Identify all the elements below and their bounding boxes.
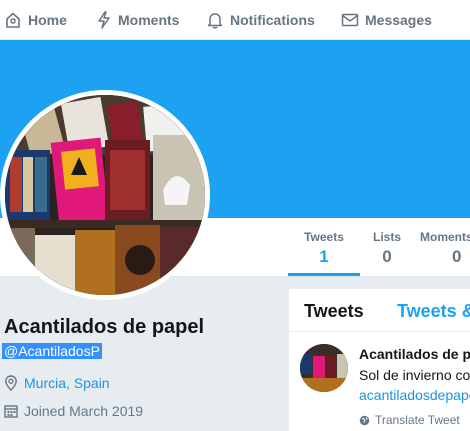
nav-home-label: Home <box>28 12 67 28</box>
stat-lists-label: Lists <box>372 230 401 244</box>
tweet-item[interactable]: Acantilados de papel Sol de invierno con… <box>289 332 470 431</box>
stat-lists[interactable]: Lists 0 <box>362 218 412 276</box>
tweet-author-avatar[interactable] <box>300 344 348 392</box>
avatar-bookshelf-image <box>5 95 205 295</box>
profile-handle: @AcantiladosP <box>2 343 102 359</box>
tweet-avatar-image <box>300 344 348 392</box>
nav-home[interactable]: Home <box>4 0 67 40</box>
lightning-icon <box>98 11 110 29</box>
bell-icon <box>207 13 223 29</box>
profile-location: Murcia, Spain <box>4 375 110 391</box>
translate-tweet-button[interactable]: Translate Tweet <box>359 413 460 427</box>
tweet-author-name[interactable]: Acantilados de papel <box>359 346 470 362</box>
profile-avatar[interactable] <box>0 90 210 300</box>
stat-moments-label: Moments <box>420 230 470 244</box>
nav-notifications[interactable]: Notifications <box>206 0 315 40</box>
profile-location-link[interactable]: Murcia, Spain <box>24 375 110 391</box>
home-icon <box>6 12 20 28</box>
top-navigation: Home Moments Notifications Messages <box>0 0 470 40</box>
stat-moments[interactable]: Moments 0 <box>420 218 470 276</box>
tweet-text: Sol de invierno con <box>359 367 470 383</box>
globe-icon <box>359 415 370 425</box>
stat-tweets-count: 1 <box>319 247 329 266</box>
stat-lists-count: 0 <box>382 247 392 266</box>
calendar-icon <box>4 405 18 418</box>
profile-name: Acantilados de papel <box>4 316 205 338</box>
timeline-tabs: Tweets Tweets & replies <box>289 289 470 332</box>
tweets-timeline: Tweets Tweets & replies Acantilados de p… <box>289 289 470 431</box>
profile-joined-date: Joined March 2019 <box>4 403 143 419</box>
stat-tweets-label: Tweets <box>304 230 344 244</box>
nav-messages-label: Messages <box>365 12 432 28</box>
profile-joined-label: Joined March 2019 <box>24 403 144 419</box>
stat-moments-count: 0 <box>452 247 462 266</box>
location-pin-icon <box>5 375 17 391</box>
tab-tweets-and-replies[interactable]: Tweets & replies <box>397 301 470 322</box>
translate-tweet-label: Translate Tweet <box>375 413 460 427</box>
tweet-link[interactable]: acantiladosdepapel <box>359 387 470 403</box>
nav-moments-label: Moments <box>118 12 180 28</box>
nav-messages[interactable]: Messages <box>341 0 432 40</box>
stat-tweets[interactable]: Tweets 1 <box>288 218 360 276</box>
tab-tweets[interactable]: Tweets <box>304 301 364 322</box>
envelope-icon <box>341 13 359 27</box>
nav-moments[interactable]: Moments <box>96 0 179 40</box>
nav-notifications-label: Notifications <box>230 12 315 28</box>
